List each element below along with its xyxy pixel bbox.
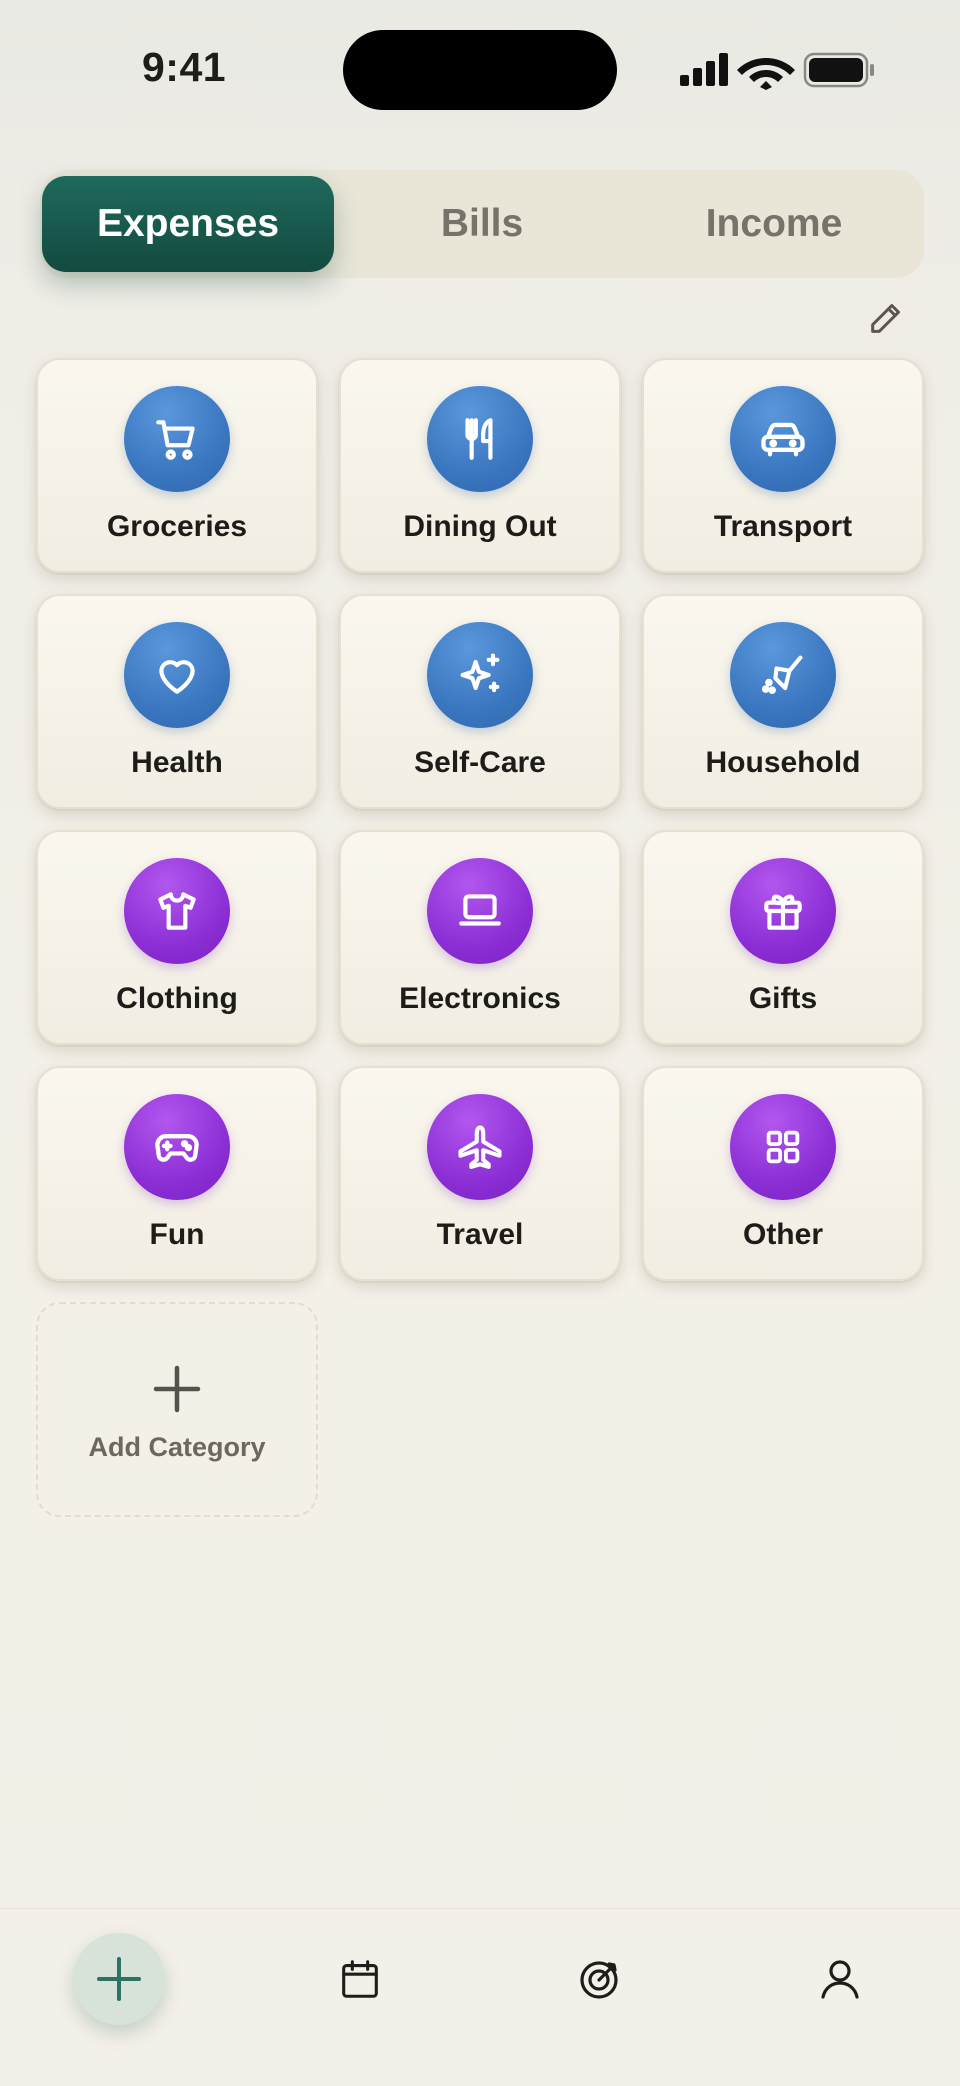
- tab-income[interactable]: Income: [628, 176, 920, 272]
- category-label: Dining Out: [403, 510, 557, 543]
- dynamic-island: [343, 30, 617, 110]
- sparkles-icon: [460, 653, 500, 693]
- category-label: Transport: [713, 510, 853, 543]
- tab-expenses[interactable]: Expenses: [42, 176, 334, 272]
- tab-profile[interactable]: [814, 1953, 866, 2005]
- status-icons: [678, 50, 878, 90]
- edit-button[interactable]: [862, 294, 910, 342]
- category-icon-badge: [427, 1094, 533, 1200]
- category-icon-badge: [730, 1094, 836, 1200]
- battery-icon: [803, 52, 874, 88]
- tab-bills[interactable]: Bills: [336, 176, 628, 272]
- heart-icon: [159, 660, 195, 694]
- category-icon-badge: [124, 1094, 230, 1200]
- category-icon-badge: [427, 858, 533, 964]
- category-tile-self-care[interactable]: Self-Care: [339, 594, 621, 809]
- laptop-icon: [459, 894, 501, 926]
- category-icon-badge: [124, 386, 230, 492]
- add-category-label: Add Category: [88, 1432, 266, 1462]
- fork-knife-icon: [465, 418, 493, 460]
- category-icon-badge: [124, 858, 230, 964]
- category-label: Health: [131, 746, 223, 779]
- category-tile-groceries[interactable]: Groceries: [36, 358, 318, 573]
- category-grid: Groceries Dining Out Transport Health Se…: [36, 358, 924, 1517]
- target-icon: [580, 1961, 618, 1999]
- category-tile-clothing[interactable]: Clothing: [36, 830, 318, 1045]
- category-tile-other[interactable]: Other: [642, 1066, 924, 1281]
- category-label: Travel: [436, 1218, 524, 1251]
- broom-icon: [761, 655, 803, 694]
- wifi-icon: [737, 58, 795, 90]
- grid-icon: [766, 1130, 800, 1164]
- add-category-button[interactable]: Add Category: [36, 1302, 318, 1517]
- status-bar: 9:41: [0, 0, 960, 140]
- category-tile-transport[interactable]: Transport: [642, 358, 924, 573]
- category-label: Electronics: [399, 982, 561, 1015]
- cart-icon: [156, 420, 195, 460]
- category-tile-electronics[interactable]: Electronics: [339, 830, 621, 1045]
- category-label: Clothing: [116, 982, 238, 1015]
- category-label: Fun: [149, 1218, 205, 1251]
- plus-icon: [153, 1365, 201, 1413]
- category-icon-badge: [427, 622, 533, 728]
- category-label: Groceries: [106, 510, 248, 543]
- category-tile-dining-out[interactable]: Dining Out: [339, 358, 621, 573]
- category-tile-gifts[interactable]: Gifts: [642, 830, 924, 1045]
- segmented-control: Expenses Bills Income: [40, 170, 924, 278]
- car-icon: [761, 422, 805, 457]
- category-icon-badge: [124, 622, 230, 728]
- category-label: Household: [705, 746, 861, 779]
- cellular-signal-icon: [680, 53, 728, 86]
- status-time: 9:41: [142, 44, 227, 90]
- plus-icon: [97, 1957, 141, 2001]
- category-icon-badge: [427, 386, 533, 492]
- tab-bar: [0, 1908, 960, 2086]
- category-label: Gifts: [748, 982, 818, 1015]
- category-tile-household[interactable]: Household: [642, 594, 924, 809]
- shirt-icon: [158, 892, 196, 930]
- calendar-icon: [342, 1960, 378, 1998]
- category-label: Other: [742, 1218, 823, 1251]
- category-icon-badge: [730, 858, 836, 964]
- tab-calendar[interactable]: [334, 1953, 386, 2005]
- gamepad-icon: [155, 1133, 199, 1162]
- category-tile-fun[interactable]: Fun: [36, 1066, 318, 1281]
- airplane-icon: [458, 1125, 502, 1169]
- category-icon-badge: [730, 622, 836, 728]
- tab-add-button[interactable]: [73, 1933, 165, 2025]
- category-tile-health[interactable]: Health: [36, 594, 318, 809]
- tab-goals[interactable]: [574, 1953, 626, 2005]
- gift-icon: [764, 894, 802, 930]
- category-icon-badge: [730, 386, 836, 492]
- pencil-icon: [871, 304, 900, 333]
- category-tile-travel[interactable]: Travel: [339, 1066, 621, 1281]
- category-label: Self-Care: [414, 746, 546, 779]
- person-icon: [821, 1960, 859, 1999]
